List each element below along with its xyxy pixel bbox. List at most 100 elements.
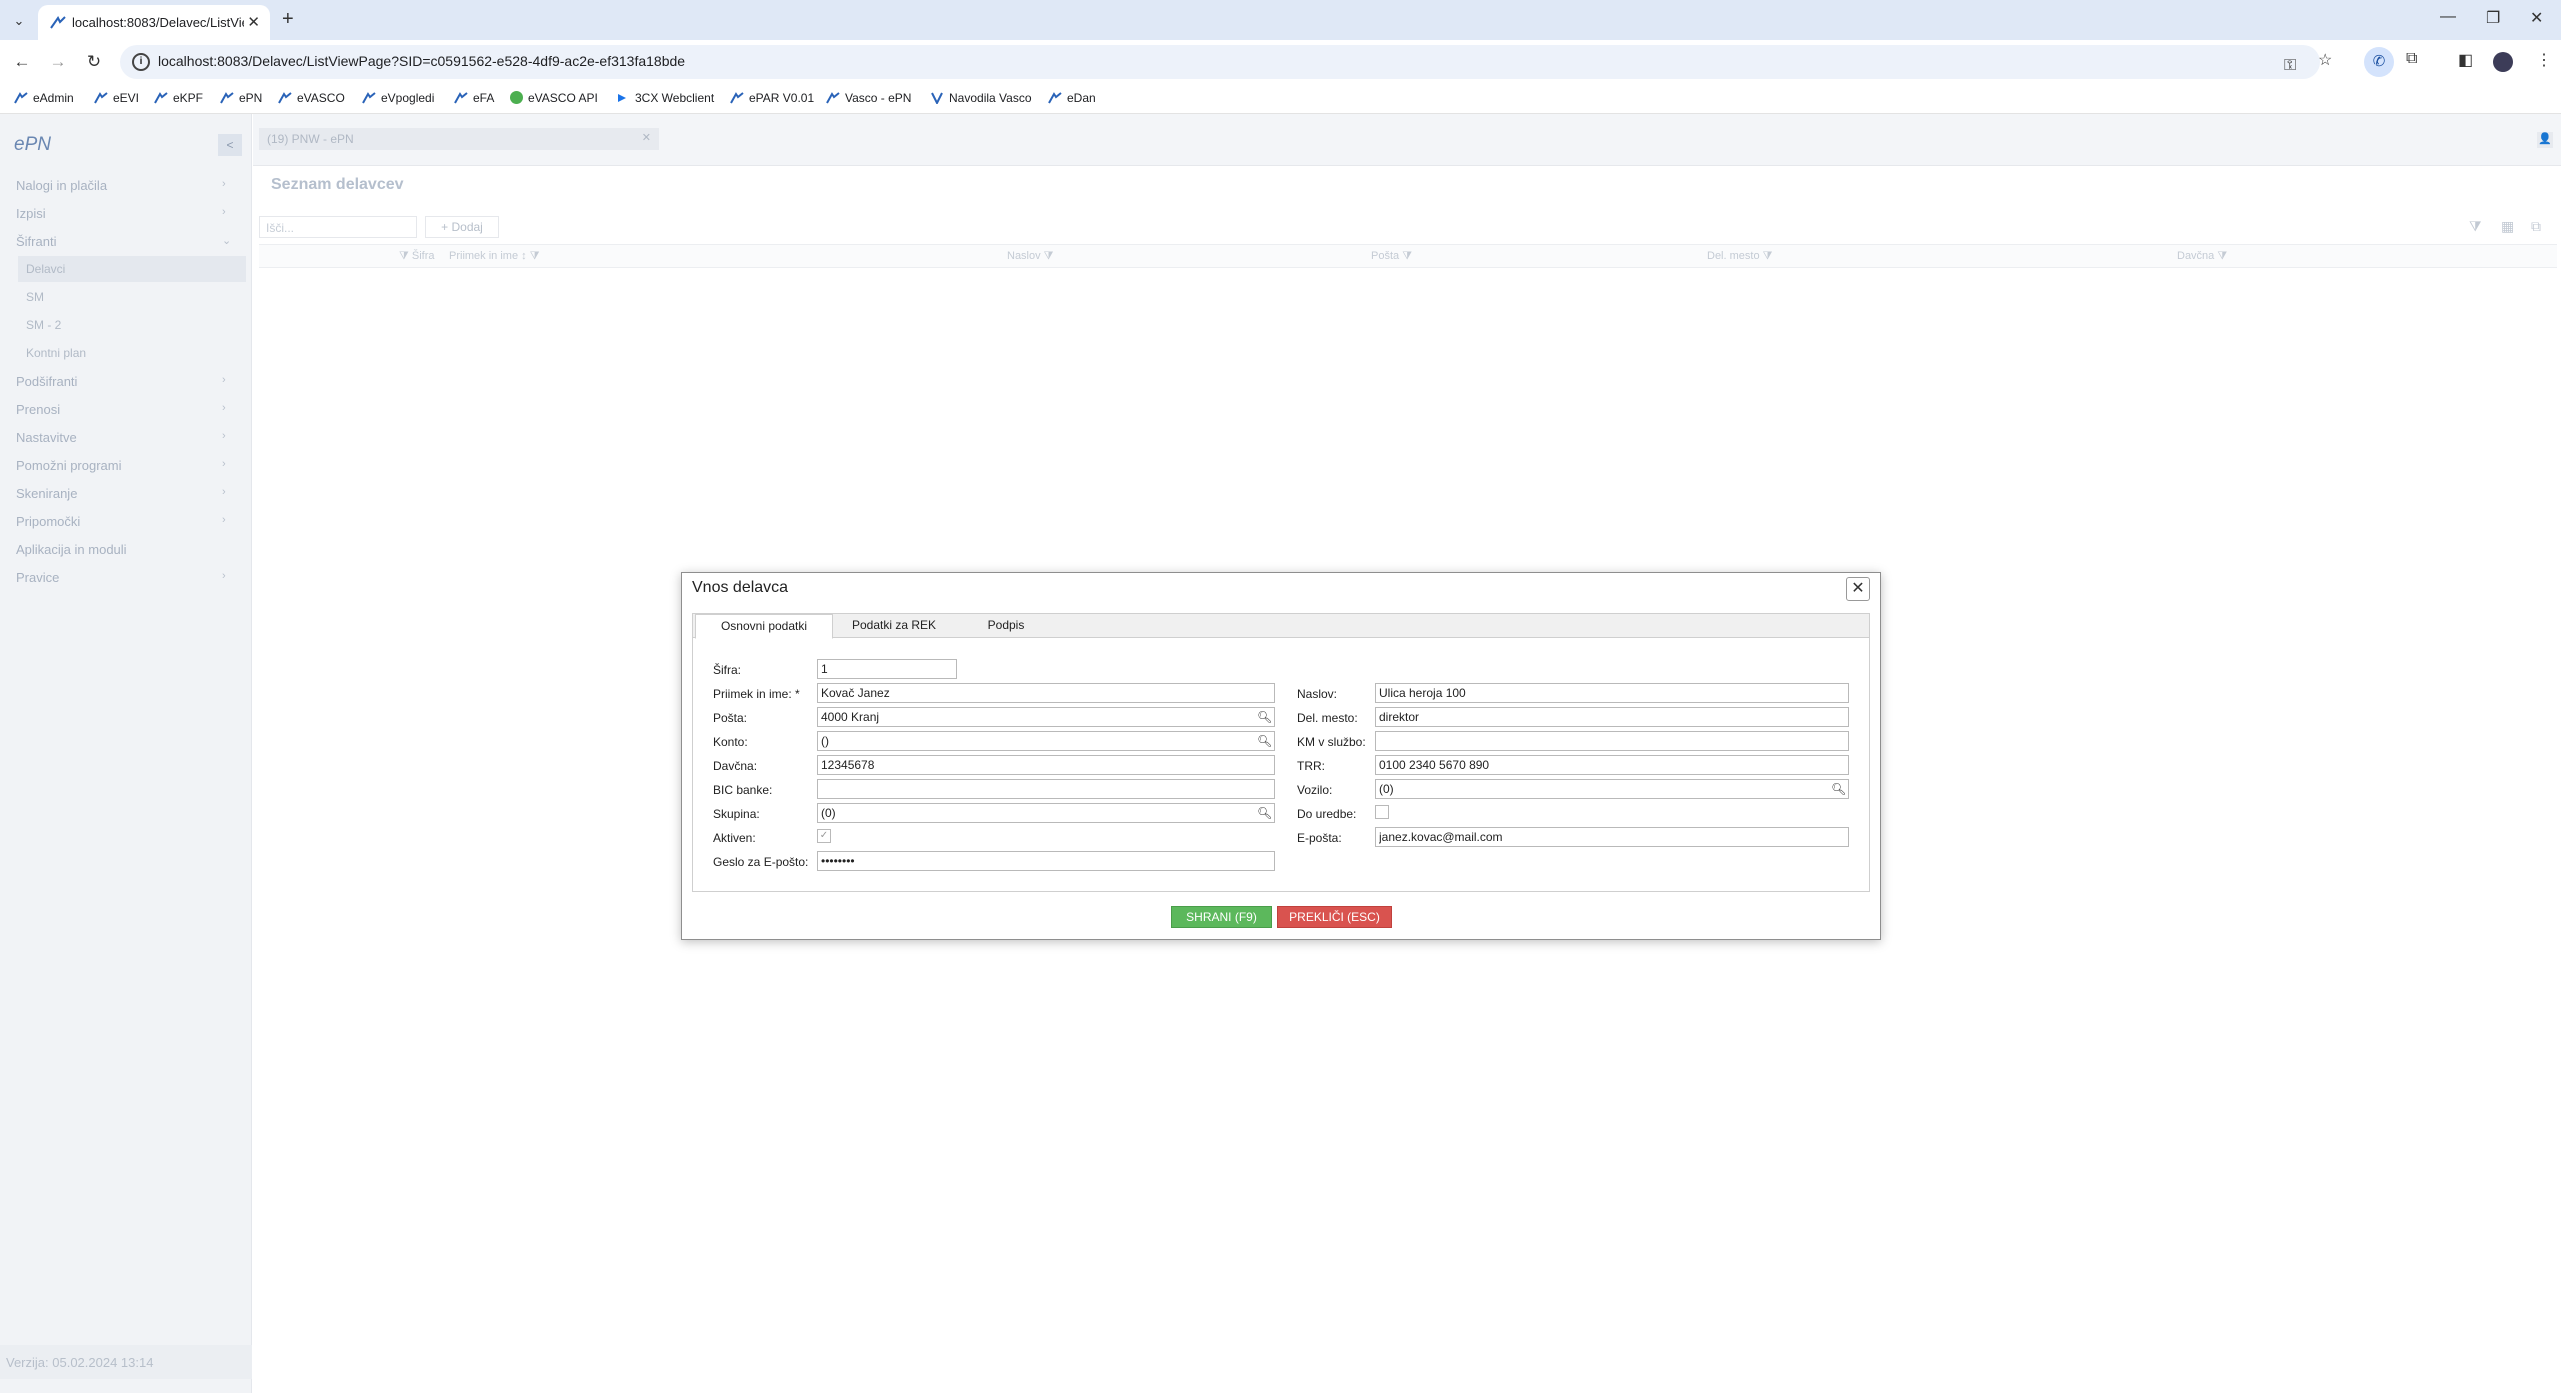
sidebar-item-sifranti[interactable]: Šifranti ⌄: [16, 234, 231, 249]
naslov-input[interactable]: [1375, 683, 1849, 703]
tab-close-icon[interactable]: ✕: [247, 13, 260, 31]
km-v-sluzbo-input[interactable]: [1375, 731, 1849, 751]
sidebar-item-pravice[interactable]: Pravice ›: [16, 570, 226, 585]
vasco-v-icon: [931, 92, 943, 104]
tab-podpis[interactable]: Podpis: [961, 614, 1051, 638]
cancel-button[interactable]: PREKLIČI (ESC): [1277, 906, 1392, 928]
dialog-close-button[interactable]: ✕: [1846, 577, 1870, 601]
chevron-right-icon: ›: [222, 514, 226, 526]
label-eposta: E-pošta:: [1297, 831, 1342, 845]
minimize-icon[interactable]: —: [2440, 8, 2456, 26]
posta-search-icon[interactable]: 🔍︎: [1257, 710, 1272, 724]
copy-icon[interactable]: ⧉: [2531, 218, 2541, 235]
sidebar-item-skeniranje[interactable]: Skeniranje ›: [16, 486, 226, 501]
bic-banke-input[interactable]: [817, 779, 1275, 799]
vasco-bookmark-icon: [1048, 92, 1062, 104]
tab-osnovni-podatki[interactable]: Osnovni podatki: [695, 614, 833, 639]
priimek-in-ime-input[interactable]: [817, 683, 1275, 703]
trr-input[interactable]: [1375, 755, 1849, 775]
skupina-input[interactable]: [817, 803, 1275, 823]
konto-search-icon[interactable]: 🔍︎: [1257, 734, 1272, 748]
bookmark-efa[interactable]: eFA: [454, 91, 494, 105]
do-uredbe-checkbox[interactable]: [1375, 805, 1389, 819]
sidebar-item-podsifranti[interactable]: Podšifranti ›: [16, 374, 226, 389]
breadcrumb-close-icon[interactable]: ✕: [642, 131, 651, 144]
site-info-icon[interactable]: i: [132, 53, 150, 71]
user-icon[interactable]: 👤: [2537, 132, 2553, 148]
sidebar-item-aplikacija[interactable]: Aplikacija in moduli: [16, 542, 127, 557]
window-close-icon[interactable]: ✕: [2530, 8, 2543, 28]
chevron-right-icon: ›: [222, 570, 226, 582]
sidebar-subitem-delavci[interactable]: Delavci: [18, 256, 246, 282]
sidebar-item-prenosi[interactable]: Prenosi ›: [16, 402, 226, 417]
vozilo-search-icon[interactable]: 🔍︎: [1831, 782, 1846, 796]
sidebar-item-pripomocki[interactable]: Pripomočki ›: [16, 514, 226, 529]
url-text[interactable]: localhost:8083/Delavec/ListViewPage?SID=…: [158, 53, 685, 69]
column-header-priimek[interactable]: Priimek in ime ↕ ⧩: [449, 250, 540, 263]
browser-tab-active[interactable]: localhost:8083/Delavec/ListVie ✕: [38, 5, 270, 40]
geslo-input[interactable]: [817, 851, 1275, 871]
del-mesto-input[interactable]: [1375, 707, 1849, 727]
address-bar[interactable]: i localhost:8083/Delavec/ListViewPage?SI…: [120, 45, 2320, 79]
sidebar-item-nastavitve[interactable]: Nastavitve ›: [16, 430, 226, 445]
bookmark-epn[interactable]: ePN: [220, 91, 262, 105]
vasco-bookmark-icon: [14, 92, 28, 104]
add-button[interactable]: + Dodaj: [425, 216, 499, 238]
extensions-puzzle-icon[interactable]: ⧉: [2406, 50, 2417, 68]
sidebar-item-nalogi[interactable]: Nalogi in plačila ›: [16, 178, 226, 193]
posta-input[interactable]: [817, 707, 1275, 727]
restore-icon[interactable]: ❐: [2486, 8, 2500, 28]
bookmark-eadmin[interactable]: eAdmin: [14, 91, 74, 105]
3cx-phone-icon[interactable]: ✆: [2364, 47, 2394, 77]
bookmark-star-icon[interactable]: ☆: [2318, 50, 2332, 70]
new-tab-plus-icon[interactable]: +: [282, 8, 294, 31]
app-logo: ePN: [14, 134, 51, 155]
save-button[interactable]: SHRANI (F9): [1171, 906, 1272, 928]
chevron-right-icon: ›: [222, 178, 226, 190]
column-header-davcna[interactable]: Davčna ⧩: [2177, 250, 2227, 263]
bookmark-ekpf[interactable]: eKPF: [154, 91, 203, 105]
vozilo-input[interactable]: [1375, 779, 1849, 799]
sidebar-subitem-sm2[interactable]: SM - 2: [26, 318, 61, 332]
skupina-search-icon[interactable]: 🔍︎: [1257, 806, 1272, 820]
reload-icon[interactable]: ↻: [82, 50, 106, 74]
eposta-input[interactable]: [1375, 827, 1849, 847]
sifra-input[interactable]: [817, 659, 957, 679]
sidebar-item-izpisi[interactable]: Izpisi ›: [16, 206, 226, 221]
breadcrumb-tab[interactable]: (19) PNW - ePN ✕: [259, 128, 659, 150]
bookmark-evpogledi[interactable]: eVpogledi: [362, 91, 434, 105]
bookmark-navodila-vasco[interactable]: Navodila Vasco: [930, 91, 1032, 105]
column-header-naslov[interactable]: Naslov ⧩: [1007, 250, 1054, 263]
bookmark-vasco-epn[interactable]: Vasco - ePN: [826, 91, 911, 105]
aktiven-checkbox[interactable]: ✓: [817, 829, 831, 843]
sidebar-subitem-sm[interactable]: SM: [26, 290, 44, 304]
column-header-sifra[interactable]: ⧩ Šifra: [399, 250, 435, 263]
bookmark-eevi[interactable]: eEVI: [94, 91, 139, 105]
bookmark-evasco[interactable]: eVASCO: [278, 91, 345, 105]
forward-arrow-icon[interactable]: →: [46, 50, 70, 74]
bookmark-edan[interactable]: eDan: [1048, 91, 1096, 105]
profile-avatar[interactable]: [2493, 52, 2513, 72]
column-header-posta[interactable]: Pošta ⧩: [1371, 250, 1412, 263]
sidebar-collapse-button[interactable]: <: [218, 134, 242, 156]
grid-layout-icon[interactable]: ▦: [2501, 218, 2514, 235]
bookmark-evasco-api[interactable]: eVASCO API: [510, 91, 598, 105]
bookmark-3cx-webclient[interactable]: 3CX Webclient: [616, 91, 714, 105]
tab-podatki-za-rek[interactable]: Podatki za REK: [839, 614, 949, 638]
sidebar-subitem-kontni-plan[interactable]: Kontni plan: [26, 346, 86, 360]
column-header-del-mesto[interactable]: Del. mesto ⧩: [1707, 250, 1772, 263]
back-arrow-icon[interactable]: ←: [10, 50, 34, 74]
search-input[interactable]: Išči...: [259, 216, 417, 238]
filter-icon[interactable]: ⧩: [2469, 218, 2482, 235]
password-key-icon[interactable]: ⚿: [2284, 57, 2296, 75]
label-do-uredbe: Do uredbe:: [1297, 807, 1357, 821]
chevron-right-icon: ›: [222, 486, 226, 498]
davcna-input[interactable]: [817, 755, 1275, 775]
bookmark-epar[interactable]: ePAR V0.01: [730, 91, 814, 105]
grid-header: ⧩ Šifra Priimek in ime ↕ ⧩ Naslov ⧩ Pošt…: [259, 244, 2557, 268]
tab-search-chevron-icon[interactable]: ⌄: [8, 10, 30, 32]
side-panel-icon[interactable]: ◧: [2458, 50, 2473, 70]
konto-input[interactable]: [817, 731, 1275, 751]
sidebar-item-pomozni[interactable]: Pomožni programi ›: [16, 458, 226, 473]
browser-menu-icon[interactable]: ⋮: [2536, 50, 2552, 70]
